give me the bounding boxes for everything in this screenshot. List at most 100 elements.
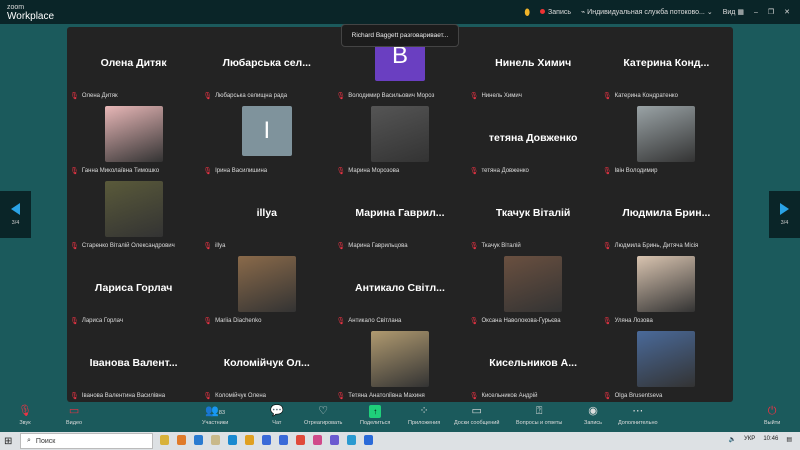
app-icon[interactable]: [347, 435, 356, 445]
mic-muted-icon: 🎙: [203, 168, 213, 175]
app-icon[interactable]: [296, 435, 305, 445]
participant-tile[interactable]: illya 🎙 illya: [200, 177, 333, 252]
restore-button[interactable]: ❐: [768, 8, 774, 16]
mic-muted-icon: 🎙: [336, 93, 346, 100]
participant-label: 🎙 Лариса Горлач: [70, 317, 123, 325]
audio-label: Звук: [19, 420, 31, 426]
profile-photo: [237, 256, 296, 312]
app-icon[interactable]: [313, 435, 322, 445]
participant-tile[interactable]: 🎙 Mariia Diachenko: [200, 252, 333, 327]
logo-big: Workplace: [7, 11, 55, 22]
whiteboard-icon: ▭: [471, 405, 482, 417]
share-button[interactable]: ↑ Поделиться: [360, 405, 390, 426]
apps-button[interactable]: ⁘ Приложения: [408, 405, 440, 426]
participant-name: Кисельников Андрій: [481, 393, 538, 399]
next-page-button[interactable]: 3/4: [769, 191, 800, 238]
participant-label: 🎙 Ганна Миколаївна Тимошко: [70, 167, 159, 175]
app-icon[interactable]: [160, 435, 169, 445]
taskbar-apps: [160, 435, 373, 445]
mic-muted-icon: 🎙: [469, 93, 479, 100]
participant-tile[interactable]: Нинель Химич 🎙 Нинель Химич: [467, 27, 600, 102]
participant-label: 🎙 Ірина Василишина: [203, 167, 267, 175]
language-indicator[interactable]: УКР: [744, 436, 755, 443]
page-indicator: 3/4: [11, 220, 20, 226]
participant-tile[interactable]: 🎙 Olga Brusentseva: [600, 327, 733, 402]
meeting-toolbar: 🎙 Звук ▭ Видео 👥83 Участники 💬 Чат ♡ Отреагир…: [0, 403, 800, 432]
participant-tile[interactable]: I 🎙 Ірина Василишина: [200, 102, 333, 177]
app-icon[interactable]: [194, 435, 203, 445]
view-label: Вид: [722, 9, 736, 16]
record-icon: ◉: [588, 405, 598, 417]
taskbar-search[interactable]: ⌕ Поиск: [20, 433, 153, 449]
participant-tile[interactable]: Катерина Конд... 🎙 Катерина Кондратенко: [600, 27, 733, 102]
shield-icon[interactable]: ⬮: [524, 7, 530, 18]
whiteboards-button[interactable]: ▭ Доски сообщений: [454, 405, 499, 426]
participant-tile[interactable]: Любарська сел... 🎙 Любарська селищна рада: [200, 27, 333, 102]
mic-muted-icon: 🎙: [469, 318, 479, 325]
qa-label: Вопросы и ответы: [516, 420, 563, 426]
participant-tile[interactable]: Олена Дитяк 🎙 Олена Дитяк: [67, 27, 200, 102]
participant-label: 🎙 тетяна Довженко: [470, 167, 529, 175]
react-button[interactable]: ♡ Отреагировать: [304, 405, 342, 426]
prev-page-button[interactable]: 3/4: [0, 191, 31, 238]
app-icon[interactable]: [262, 435, 271, 445]
participant-name: Оксана Наволокова-Гурьєва: [481, 318, 561, 324]
heart-icon: ♡: [318, 405, 329, 417]
participant-label: 🎙 Володимир Васильович Мороз: [336, 92, 434, 100]
record-dot-icon: [540, 8, 546, 14]
more-label: Дополнительно: [618, 420, 658, 426]
close-button[interactable]: ✕: [784, 8, 790, 16]
title-bar: zoom Workplace ⬮ Запись ⌁ Индивидуальная…: [0, 0, 800, 24]
app-icon[interactable]: [279, 435, 288, 445]
participant-tile[interactable]: 🎙 Ганна Миколаївна Тимошко: [67, 102, 200, 177]
audio-button[interactable]: 🎙 Звук: [18, 405, 32, 426]
participant-tile[interactable]: 🎙 Марина Морозова: [333, 102, 466, 177]
participants-icon: 👥83: [205, 405, 226, 417]
windows-start-icon[interactable]: ⊞: [4, 436, 12, 447]
participant-tile[interactable]: 🎙 Тетяна Анатоліївна Махиня: [333, 327, 466, 402]
mic-muted-icon: 🎙: [602, 318, 612, 325]
participant-name: тетяна Довженко: [481, 168, 529, 174]
qa-button[interactable]: ⍰ Вопросы и ответы: [516, 405, 562, 426]
participant-tile[interactable]: 🎙 Уляна Лозова: [600, 252, 733, 327]
participants-button[interactable]: 👥83 Участники: [202, 405, 228, 426]
participant-tile[interactable]: Марина Гаврил... 🎙 Марина Гаврильцова: [333, 177, 466, 252]
more-button[interactable]: ⋯ Дополнительно: [618, 405, 658, 426]
participant-tile[interactable]: Іванова Валент... 🎙 Іванова Валентина Васи…: [67, 327, 200, 402]
video-off-icon: ▭: [68, 405, 80, 417]
participant-name-title: Коломійчук Ол...: [223, 357, 310, 369]
volume-icon[interactable]: 🔈: [729, 436, 736, 443]
participant-tile[interactable]: Людмила Брин... 🎙 Людмила Бринь, Дитяча Мі…: [600, 177, 733, 252]
minimize-button[interactable]: –: [754, 9, 758, 16]
stream-dropdown[interactable]: ⌁ Индивидуальная служба потоково... ⌄: [581, 8, 713, 16]
video-button[interactable]: ▭ Видео: [66, 405, 82, 426]
participant-tile[interactable]: 🎙 Івін Володимир: [600, 102, 733, 177]
profile-photo: [370, 106, 429, 162]
notifications-icon[interactable]: ▤: [786, 436, 792, 443]
recording-indicator[interactable]: Запись: [540, 8, 571, 16]
participant-tile[interactable]: Коломійчук Ол... 🎙 Коломійчук Олена: [200, 327, 333, 402]
chat-button[interactable]: 💬 Чат: [270, 405, 284, 426]
zoom-icon[interactable]: [364, 435, 373, 445]
participant-label: 🎙 Ткачук Віталій: [470, 242, 521, 250]
app-icon[interactable]: [177, 435, 186, 445]
teams-icon[interactable]: [330, 435, 339, 445]
participant-name: Марина Морозова: [348, 168, 400, 174]
participant-tile[interactable]: 🎙 Старенко Віталій Олександрович: [67, 177, 200, 252]
participant-tile[interactable]: Ткачук Віталій 🎙 Ткачук Віталій: [467, 177, 600, 252]
participant-tile[interactable]: 🎙 Оксана Наволокова-Гурьєва: [467, 252, 600, 327]
participant-tile[interactable]: тетяна Довженко 🎙 тетяна Довженко: [467, 102, 600, 177]
chrome-icon[interactable]: [245, 435, 254, 445]
participant-tile[interactable]: Антикало Світл... 🎙 Антикало Світлана: [333, 252, 466, 327]
edge-icon[interactable]: [228, 435, 237, 445]
participant-tile[interactable]: Кисельников А... 🎙 Кисельников Андрій: [467, 327, 600, 402]
view-button[interactable]: Вид ▦: [723, 8, 744, 16]
participant-label: 🎙 Коломійчук Олена: [203, 392, 266, 400]
search-placeholder: Поиск: [35, 437, 56, 445]
leave-button[interactable]: ⏻ Выйти: [764, 405, 780, 426]
clock[interactable]: 10:46: [763, 436, 778, 443]
video-label: Видео: [66, 420, 83, 426]
participant-tile[interactable]: Лариса Горлач 🎙 Лариса Горлач: [67, 252, 200, 327]
app-icon[interactable]: [211, 435, 220, 445]
record-button[interactable]: ◉ Запись: [584, 405, 602, 426]
